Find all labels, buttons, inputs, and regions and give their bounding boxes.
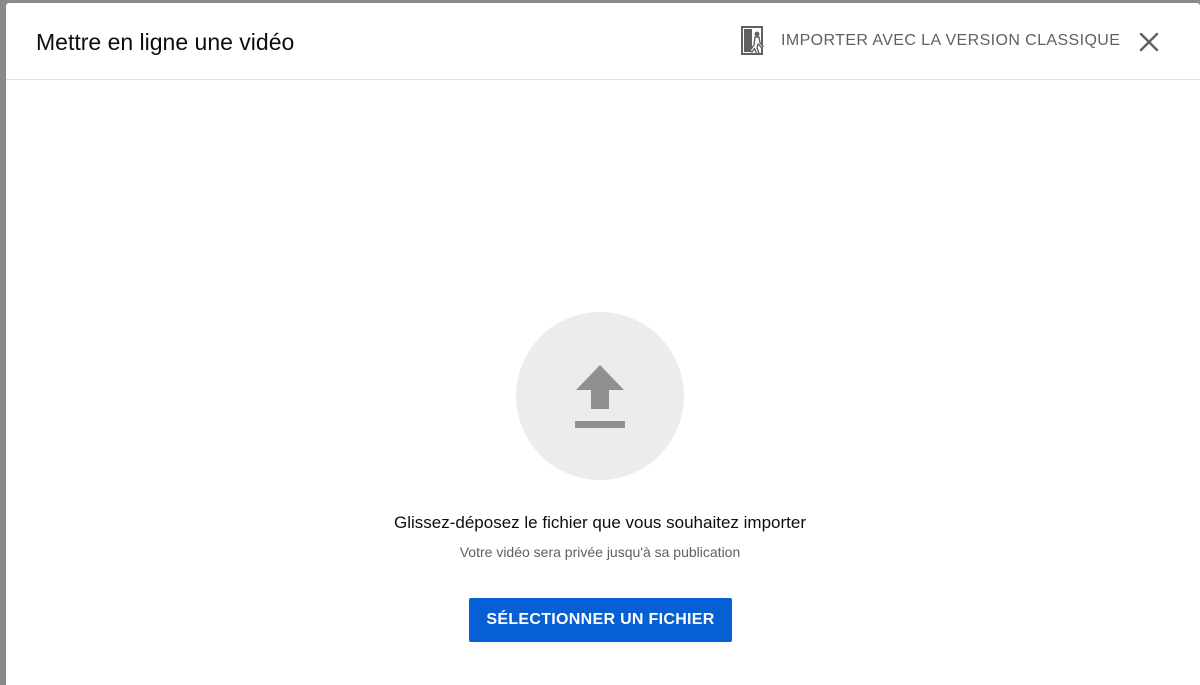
privacy-note: Votre vidéo sera privée jusqu'à sa publi… <box>459 544 741 560</box>
upload-arrow-icon <box>575 365 625 428</box>
dialog-header: Mettre en ligne une vidéo IMPORTER AVEC … <box>6 3 1200 80</box>
exit-classic-icon <box>740 25 768 57</box>
close-button[interactable] <box>1136 29 1162 55</box>
dialog-title: Mettre en ligne une vidéo <box>36 29 295 55</box>
close-icon <box>1139 32 1159 52</box>
classic-upload-label: IMPORTER AVEC LA VERSION CLASSIQUE <box>781 32 1121 49</box>
drop-instructions: Glissez-déposez le fichier que vous souh… <box>394 513 806 532</box>
select-file-button[interactable]: SÉLECTIONNER UN FICHIER <box>469 598 732 642</box>
upload-dialog: Mettre en ligne une vidéo IMPORTER AVEC … <box>6 3 1200 685</box>
upload-drop-zone[interactable] <box>516 312 684 480</box>
classic-upload-button[interactable]: IMPORTER AVEC LA VERSION CLASSIQUE <box>740 23 1120 59</box>
